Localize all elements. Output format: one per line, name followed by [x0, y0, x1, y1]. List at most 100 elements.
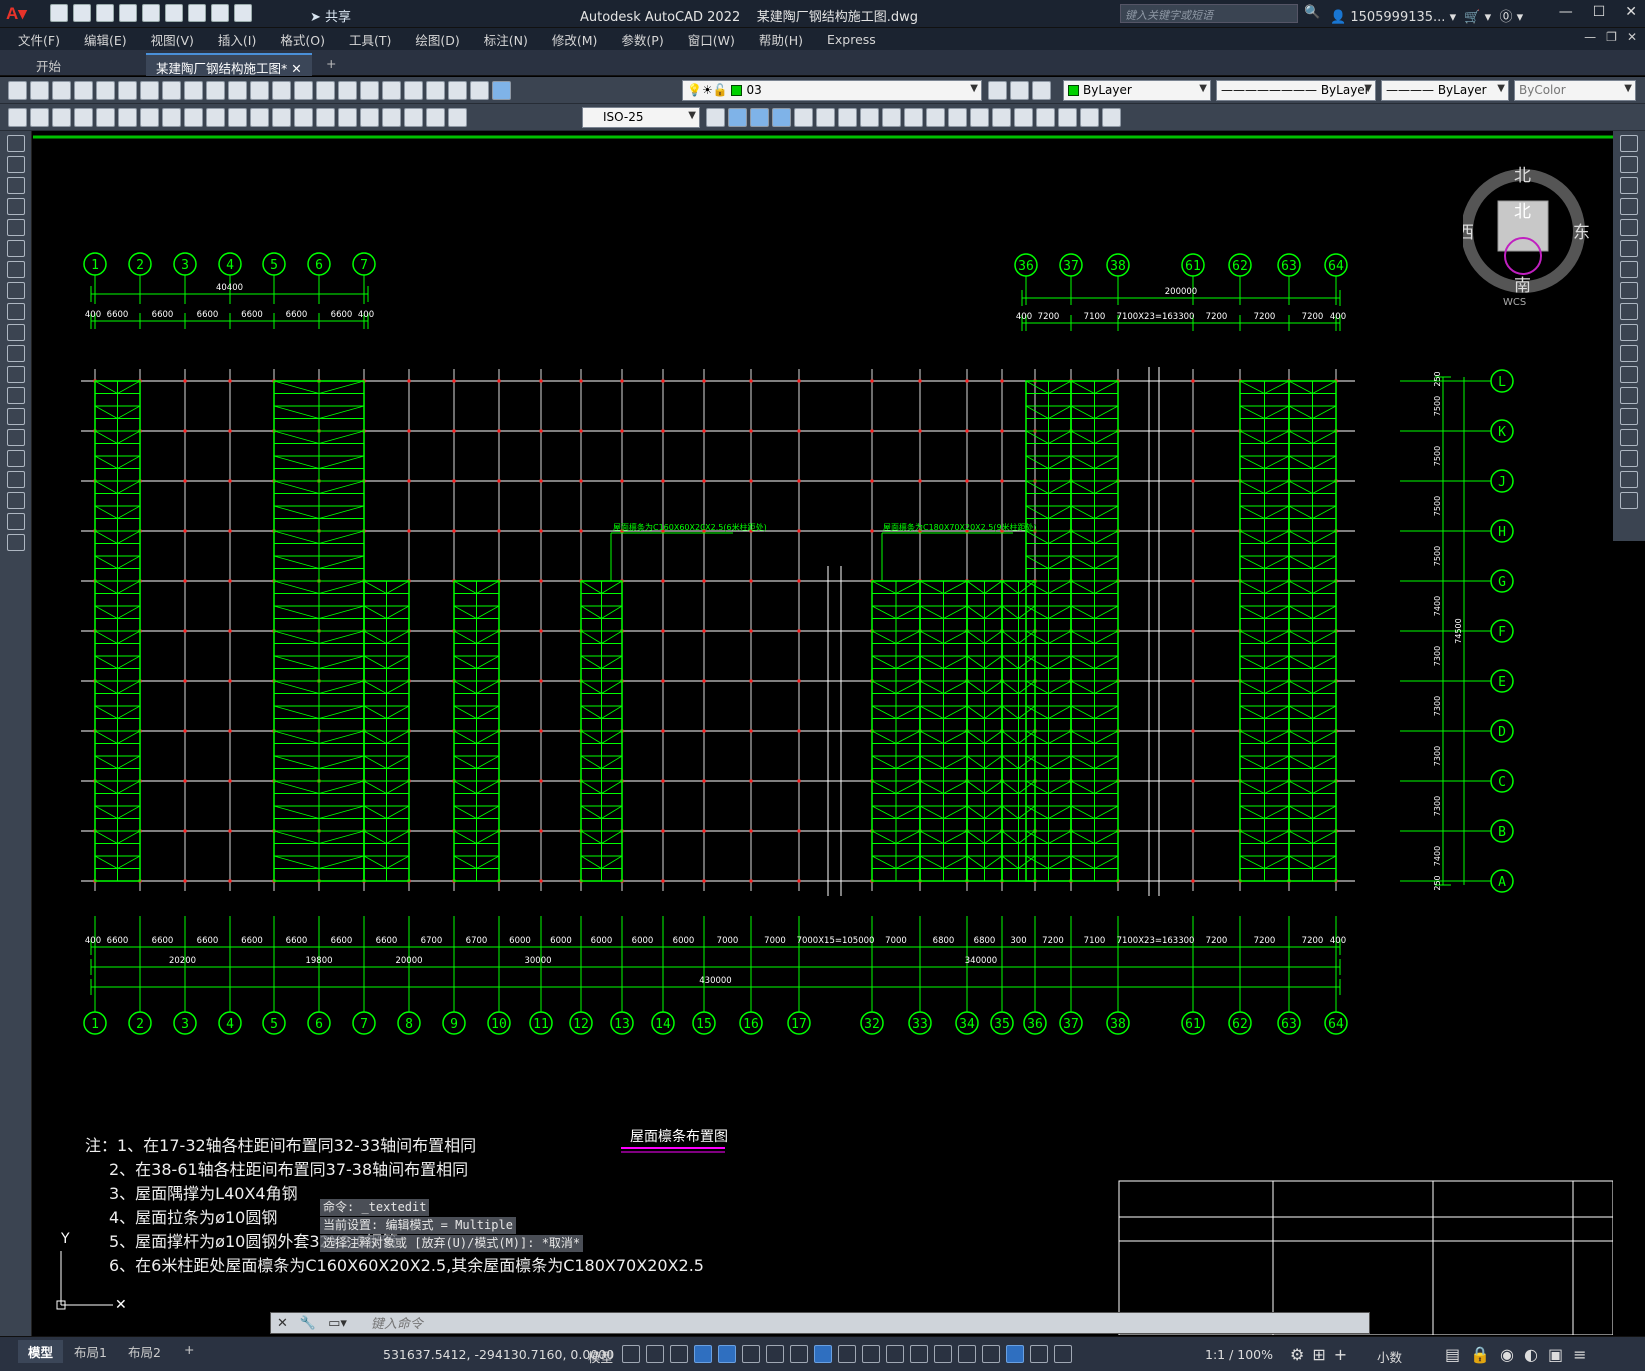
- linetype-dropdown[interactable]: ———————— ByLayer ▼: [1216, 80, 1376, 101]
- dim-style-icon[interactable]: [706, 108, 725, 127]
- snap-icon[interactable]: [646, 1345, 664, 1363]
- units-display[interactable]: 小数: [1377, 1347, 1402, 1366]
- array-icon[interactable]: [926, 108, 945, 127]
- new-icon[interactable]: [50, 4, 68, 22]
- offset-icon[interactable]: [948, 108, 967, 127]
- save-web-icon[interactable]: [165, 4, 183, 22]
- dim-edit-icon[interactable]: [404, 108, 423, 127]
- hardware-acceleration-icon[interactable]: ◐: [1524, 1345, 1538, 1364]
- layout-tab-1[interactable]: 布局1: [64, 1340, 117, 1363]
- wcs-label[interactable]: WCS: [1503, 297, 1526, 308]
- drawing-canvas[interactable]: 1 2 3 4 5 6 7 36 37 38 61 62 63 64 1 2 3 4 5 6 7 8 9 10 11 12 13 14…: [33, 131, 1613, 1335]
- layout-tab-model[interactable]: 模型: [18, 1340, 64, 1363]
- dim-continue-icon[interactable]: [250, 108, 269, 127]
- chamfer-right-icon[interactable]: [1620, 429, 1638, 446]
- workspace-gear-icon[interactable]: ⚙: [1290, 1345, 1304, 1364]
- dynamic-ucs-icon[interactable]: [934, 1345, 952, 1363]
- stretch-icon[interactable]: [838, 108, 857, 127]
- help-icon[interactable]: [492, 81, 511, 100]
- annotation-scale[interactable]: 1:1 / 100%: [1205, 1347, 1273, 1362]
- arc-icon[interactable]: [7, 240, 25, 257]
- lineweight-icon[interactable]: [838, 1345, 856, 1363]
- open-icon[interactable]: [73, 4, 91, 22]
- redo-tool-icon[interactable]: [250, 81, 269, 100]
- offset-right-icon[interactable]: [1620, 198, 1638, 215]
- menu-view[interactable]: 视图(V): [151, 30, 194, 49]
- match-properties-icon[interactable]: [206, 81, 225, 100]
- dim-update-icon[interactable]: [448, 108, 467, 127]
- group-icon[interactable]: [728, 108, 747, 127]
- isometric-icon[interactable]: [766, 1345, 784, 1363]
- menu-insert[interactable]: 插入(I): [218, 30, 256, 49]
- selection-cycling-icon[interactable]: [886, 1345, 904, 1363]
- menu-express[interactable]: Express: [827, 32, 876, 47]
- polar-tracking-icon[interactable]: [742, 1345, 760, 1363]
- explode-right-icon[interactable]: [1620, 492, 1638, 509]
- menu-help[interactable]: 帮助(H): [759, 30, 803, 49]
- infer-constraints-icon[interactable]: [670, 1345, 688, 1363]
- maximize-icon[interactable]: ☐: [1593, 4, 1606, 20]
- zoom-window-icon[interactable]: [316, 81, 335, 100]
- compass-north[interactable]: 北: [1514, 166, 1531, 186]
- menu-modify[interactable]: 修改(M): [552, 30, 598, 49]
- fillet-right-icon[interactable]: [1620, 450, 1638, 467]
- add-layout-button[interactable]: +: [174, 1340, 204, 1359]
- clean-screen-icon[interactable]: ▣: [1548, 1345, 1563, 1364]
- cmdline-close-icon[interactable]: ✕: [277, 1316, 288, 1331]
- markup-icon[interactable]: [448, 81, 467, 100]
- layout-tab-2[interactable]: 布局2: [118, 1340, 171, 1363]
- annotation-scale-icon[interactable]: [1054, 1345, 1072, 1363]
- menu-file[interactable]: 文件(F): [18, 30, 60, 49]
- model-space-toggle[interactable]: 模型: [588, 1347, 613, 1366]
- menu-draw[interactable]: 绘图(D): [415, 30, 459, 49]
- add-selected-icon[interactable]: [7, 534, 25, 551]
- minimize-icon[interactable]: —: [1559, 4, 1573, 20]
- center-mark-icon[interactable]: [338, 108, 357, 127]
- menu-edit[interactable]: 编辑(E): [84, 30, 127, 49]
- array-right-icon[interactable]: [1620, 219, 1638, 236]
- scale-right-icon[interactable]: [1620, 282, 1638, 299]
- qnew-icon[interactable]: [8, 81, 27, 100]
- lineweight-dropdown[interactable]: ———— ByLayer ▼: [1381, 80, 1509, 101]
- jogged-linear-icon[interactable]: [382, 108, 401, 127]
- customization-icon[interactable]: ≡: [1573, 1345, 1586, 1364]
- 3d-osnap-icon[interactable]: [910, 1345, 928, 1363]
- scale-icon[interactable]: [904, 108, 923, 127]
- help-search-input[interactable]: 键入关键字或短语: [1120, 4, 1298, 23]
- plus-icon[interactable]: +: [1334, 1345, 1347, 1364]
- print-icon[interactable]: [74, 81, 93, 100]
- construction-line-icon[interactable]: [7, 156, 25, 173]
- cut-icon[interactable]: [140, 81, 159, 100]
- mirror-icon[interactable]: [882, 108, 901, 127]
- quick-properties-icon[interactable]: ▤: [1445, 1345, 1460, 1364]
- tab-drawing[interactable]: 某建陶厂钢结构施工图* ✕: [146, 53, 312, 76]
- copy-object-icon[interactable]: [816, 108, 835, 127]
- region-icon[interactable]: [7, 471, 25, 488]
- chamfer-icon[interactable]: [1036, 108, 1055, 127]
- redo-icon[interactable]: [234, 4, 252, 22]
- dim-space-icon[interactable]: [272, 108, 291, 127]
- dim-arc-icon[interactable]: [74, 108, 93, 127]
- dim-baseline-icon[interactable]: [228, 108, 247, 127]
- fillet-icon[interactable]: [1014, 108, 1033, 127]
- save-as-icon[interactable]: [119, 4, 137, 22]
- revision-cloud-icon[interactable]: [7, 282, 25, 299]
- tolerance-icon[interactable]: [316, 108, 335, 127]
- open-file-icon[interactable]: [30, 81, 49, 100]
- pan-icon[interactable]: [272, 81, 291, 100]
- menu-parametric[interactable]: 参数(P): [621, 30, 663, 49]
- tab-start[interactable]: 开始: [26, 53, 71, 76]
- object-snap-tracking-icon[interactable]: [790, 1345, 808, 1363]
- join-right-icon[interactable]: [1620, 408, 1638, 425]
- grid-icon[interactable]: [622, 1345, 640, 1363]
- isolate-objects-icon[interactable]: ◉: [1500, 1345, 1514, 1364]
- autocad-logo-icon[interactable]: A▾: [6, 4, 28, 24]
- break-right-icon[interactable]: [1620, 387, 1638, 404]
- ellipse-arc-icon[interactable]: [7, 345, 25, 362]
- new-tab-button[interactable]: +: [316, 53, 346, 76]
- layer-dropdown[interactable]: 💡☀🔓 03 ▼: [682, 80, 982, 101]
- ungroup-icon[interactable]: [750, 108, 769, 127]
- save-file-icon[interactable]: [52, 81, 71, 100]
- ellipse-icon[interactable]: [7, 324, 25, 341]
- menu-window[interactable]: 窗口(W): [688, 30, 735, 49]
